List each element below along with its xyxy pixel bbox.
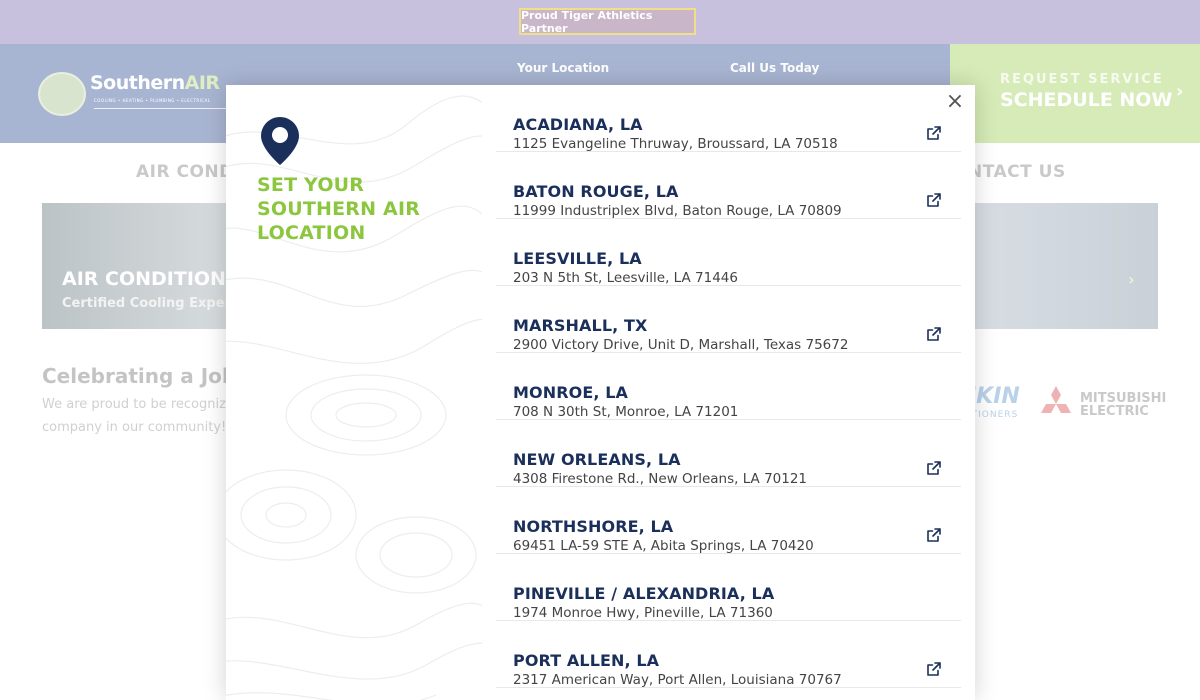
map-pin-icon <box>261 117 299 165</box>
location-address: 1974 Monroe Hwy, Pineville, LA 71360 <box>513 605 773 621</box>
location-modal: SET YOUR SOUTHERN AIR LOCATION × ACADIAN… <box>226 85 975 700</box>
location-address: 203 N 5th St, Leesville, LA 71446 <box>513 270 738 286</box>
daikin-logo: IKIN <box>968 384 1020 409</box>
location-address: 11999 Industriplex Blvd, Baton Rouge, LA… <box>513 203 842 219</box>
logo-tagline: COOLING • HEATING • PLUMBING • ELECTRICA… <box>94 98 211 103</box>
call-us-label[interactable]: Call Us Today <box>730 61 819 75</box>
location-address: 2900 Victory Drive, Unit D, Marshall, Te… <box>513 337 849 353</box>
nav-item-contact-us[interactable]: NTACT US <box>968 162 1066 182</box>
location-item[interactable]: MONROE, LA 708 N 30th St, Monroe, LA 7120… <box>496 353 961 420</box>
location-name[interactable]: PORT ALLEN, LA <box>513 651 659 670</box>
external-link-icon[interactable] <box>927 126 941 140</box>
top-announcement-bar: Proud Tiger Athletics Partner <box>0 0 1200 44</box>
location-address: 2317 American Way, Port Allen, Louisiana… <box>513 672 842 688</box>
modal-heading: SET YOUR SOUTHERN AIR LOCATION <box>257 174 421 244</box>
location-name[interactable]: MARSHALL, TX <box>513 316 647 335</box>
location-item[interactable]: BATON ROUGE, LA 11999 Industriplex Blvd, … <box>496 152 961 219</box>
request-service-label: REQUEST SERVICE <box>1000 72 1164 87</box>
location-item[interactable]: NEW ORLEANS, LA 4308 Firestone Rd., New O… <box>496 420 961 487</box>
mitsubishi-diamonds-icon <box>1041 386 1071 413</box>
external-link-icon[interactable] <box>927 193 941 207</box>
mascot-icon <box>38 72 86 116</box>
external-link-icon[interactable] <box>927 528 941 542</box>
partner-badge[interactable]: Proud Tiger Athletics Partner <box>519 8 696 35</box>
location-name[interactable]: BATON ROUGE, LA <box>513 182 679 201</box>
hero-subtitle: Certified Cooling Expert <box>62 296 238 311</box>
location-item[interactable]: LEESVILLE, LA 203 N 5th St, Leesville, LA… <box>496 219 961 286</box>
external-link-icon[interactable] <box>927 327 941 341</box>
celebrate-heading: Celebrating a Job <box>42 364 237 388</box>
logo-wordmark: SouthernAIR <box>90 72 220 94</box>
location-item[interactable]: ACADIANA, LA 1125 Evangeline Thruway, Bro… <box>496 85 961 152</box>
hero-next-arrow-icon[interactable]: › <box>1128 270 1135 289</box>
location-item[interactable]: PINEVILLE / ALEXANDRIA, LA 1974 Monroe Hw… <box>496 554 961 621</box>
location-list: ACADIANA, LA 1125 Evangeline Thruway, Bro… <box>496 85 961 688</box>
chevron-right-icon: › <box>1176 81 1184 102</box>
site-logo[interactable]: SouthernAIR COOLING • HEATING • PLUMBING… <box>38 72 234 116</box>
location-name[interactable]: ACADIANA, LA <box>513 115 643 134</box>
your-location-label[interactable]: Your Location <box>517 61 609 75</box>
location-address: 1125 Evangeline Thruway, Broussard, LA 7… <box>513 136 838 152</box>
location-item[interactable]: MARSHALL, TX 2900 Victory Drive, Unit D, … <box>496 286 961 353</box>
external-link-icon[interactable] <box>927 662 941 676</box>
modal-left-panel: SET YOUR SOUTHERN AIR LOCATION <box>226 85 482 700</box>
celebrate-text-line-2: company in our community! <box>42 420 227 435</box>
daikin-logo-sub: ITIONERS <box>968 410 1019 420</box>
location-name[interactable]: NEW ORLEANS, LA <box>513 450 681 469</box>
location-name[interactable]: LEESVILLE, LA <box>513 249 642 268</box>
location-address: 4308 Firestone Rd., New Orleans, LA 7012… <box>513 471 808 487</box>
hero-image-right <box>968 203 1158 329</box>
mitsubishi-logo: MITSUBISHI ELECTRIC <box>1080 391 1167 419</box>
location-address: 69451 LA-59 STE A, Abita Springs, LA 704… <box>513 538 814 554</box>
nav-item-air-conditioning[interactable]: AIR CONDI <box>136 162 241 182</box>
location-name[interactable]: PINEVILLE / ALEXANDRIA, LA <box>513 584 774 603</box>
location-item[interactable]: NORTHSHORE, LA 69451 LA-59 STE A, Abita S… <box>496 487 961 554</box>
location-item[interactable]: PORT ALLEN, LA 2317 American Way, Port Al… <box>496 621 961 688</box>
location-name[interactable]: NORTHSHORE, LA <box>513 517 673 536</box>
logo-underline <box>94 108 234 109</box>
hero-title: AIR CONDITIONIN <box>62 268 249 290</box>
external-link-icon[interactable] <box>927 461 941 475</box>
location-name[interactable]: MONROE, LA <box>513 383 628 402</box>
schedule-now-label: SCHEDULE NOW <box>1000 89 1173 111</box>
location-address: 708 N 30th St, Monroe, LA 71201 <box>513 404 739 420</box>
celebrate-text-line-1: We are proud to be recogniz <box>42 397 226 412</box>
